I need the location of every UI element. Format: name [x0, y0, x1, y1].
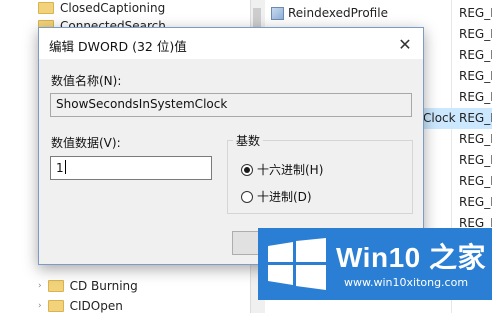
registry-value-icon — [271, 6, 284, 20]
text-caret — [64, 160, 66, 174]
win10-watermark: Win10 之家 www.win10xitong.com — [258, 228, 492, 300]
tree-item-label: CD Burning — [69, 279, 138, 293]
value-name-text: ShowSecondsInSystemClock — [56, 97, 228, 111]
value-data-text: 1 — [56, 161, 64, 175]
dialog-titlebar[interactable]: 编辑 DWORD (32 位)值 ✕ — [39, 28, 423, 59]
chevron-right-icon[interactable]: › — [38, 281, 42, 291]
tree-item-label: CIDOpen — [69, 299, 123, 313]
tree-item[interactable]: › CIDOpen — [38, 296, 123, 316]
value-name-label: 数值名称(N): — [51, 74, 122, 88]
value-type-cell: REG_D — [459, 90, 492, 104]
value-name-cell: Clock — [423, 111, 456, 125]
chevron-right-icon[interactable]: › — [38, 301, 42, 311]
value-type-cell: REG_D — [459, 195, 492, 209]
value-type-cell: REG_D — [459, 174, 492, 188]
value-data-input[interactable]: 1 — [50, 156, 212, 180]
tree-item[interactable]: › CD Burning — [38, 276, 138, 296]
value-type-cell: REG_D — [459, 132, 492, 146]
value-name-cell: ReindexedProfile — [271, 6, 388, 20]
value-type-cell: REG_D — [459, 153, 492, 167]
value-type-cell: REG_D — [459, 27, 492, 41]
dialog-title: 编辑 DWORD (32 位)值 — [49, 39, 187, 54]
value-type-cell: REG_D — [459, 69, 492, 83]
base-group-title: 基数 — [233, 132, 264, 149]
value-type-cell: REG_D — [459, 48, 492, 62]
value-name-field[interactable]: ShowSecondsInSystemClock — [50, 93, 412, 117]
folder-icon — [47, 300, 64, 312]
value-type-cell: REG_D — [459, 6, 492, 20]
value-name-text: Clock — [423, 111, 456, 125]
value-data-label: 数值数据(V): — [51, 136, 121, 150]
radio-decimal[interactable]: 十进制(D) — [241, 188, 312, 205]
value-type-cell: REG_D — [459, 111, 492, 125]
folder-icon — [38, 2, 54, 14]
watermark-brand: Win10 之家 — [336, 242, 486, 273]
radio-button-selected[interactable] — [241, 163, 253, 176]
value-name-text: ReindexedProfile — [288, 6, 388, 20]
windows-logo-icon — [268, 238, 326, 290]
close-icon: ✕ — [398, 34, 412, 54]
radio-button[interactable] — [241, 190, 253, 203]
radio-hexadecimal-label: 十六进制(H) — [257, 163, 324, 177]
value-row[interactable]: ReindexedProfile REG_D — [265, 3, 492, 24]
tree-item-label: ClosedCaptioning — [60, 1, 166, 15]
radio-decimal-label: 十进制(D) — [257, 190, 312, 204]
close-button[interactable]: ✕ — [391, 32, 419, 56]
radio-hexadecimal[interactable]: 十六进制(H) — [241, 161, 323, 178]
watermark-url: www.win10xitong.com — [344, 276, 469, 289]
folder-icon — [47, 280, 64, 292]
